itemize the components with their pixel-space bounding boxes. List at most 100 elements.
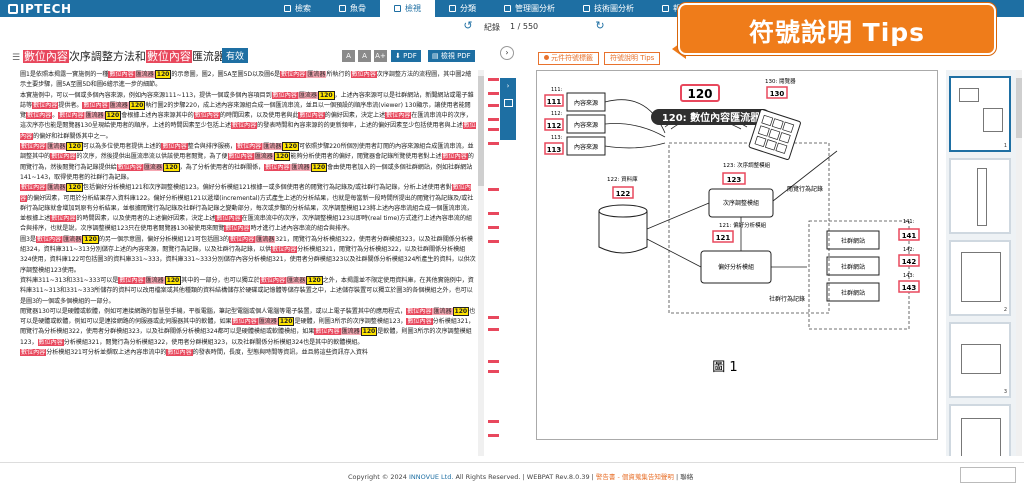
patent-drawing: 內容來源 內容來源 內容來源 111: 111 112: 112 113: 11…: [536, 70, 938, 440]
title-highlight: 數位內容: [22, 50, 69, 63]
scrollbar-thumb[interactable]: [1016, 78, 1022, 138]
ref-112-group[interactable]: 112: 112: [544, 111, 564, 131]
hit-marker[interactable]: [488, 142, 499, 145]
tab-category[interactable]: 分類: [435, 0, 490, 17]
ref-120-highlight[interactable]: 120: [154, 70, 172, 79]
page-thumbnails: 1 2 3: [946, 70, 1016, 456]
ref-120-highlight[interactable]: 120: [317, 90, 335, 100]
ref-120-highlight[interactable]: 120: [452, 306, 470, 316]
font-reset-button[interactable]: A: [358, 50, 371, 62]
keyword-highlight: 數位內容: [271, 91, 298, 99]
hit-marker[interactable]: [488, 434, 499, 437]
ref-120-highlight[interactable]: 120: [66, 183, 83, 193]
hit-marker[interactable]: [488, 212, 499, 215]
hit-marker[interactable]: [488, 188, 499, 191]
tab-label: 魚骨: [350, 4, 366, 13]
tab-fishbone[interactable]: 魚骨: [325, 0, 380, 17]
keyword-highlight: 匯流器: [340, 328, 361, 336]
ref-120-highlight[interactable]: 120: [282, 142, 299, 152]
tab-label: 技術圖分析: [594, 4, 634, 13]
hit-marker[interactable]: [488, 328, 499, 331]
ref-120-highlight[interactable]: 120: [66, 142, 83, 152]
title-highlight: 數位內容: [145, 50, 192, 63]
connector-line: [604, 123, 666, 138]
download-icon: ⬇: [395, 52, 404, 60]
order-module-box-label: 次序調整模組: [723, 199, 759, 207]
footer: Copyright © 2024 INNOVUE Ltd. All Rights…: [0, 462, 1024, 487]
ref-120-highlight[interactable]: 120: [128, 100, 146, 110]
keyword-highlight: 數位內容: [224, 225, 251, 233]
font-decrease-button[interactable]: A: [342, 50, 355, 62]
thumbnail-card[interactable]: [949, 404, 1011, 456]
tab-view[interactable]: 檢視: [380, 0, 435, 17]
hit-marker[interactable]: [488, 240, 499, 243]
tab-search[interactable]: 檢索: [270, 0, 325, 17]
keyword-highlight: 匯流器: [262, 143, 283, 151]
keyword-highlight: 匯流器: [62, 235, 83, 243]
font-increase-button[interactable]: A+: [374, 50, 387, 62]
side-rail: ›: [500, 78, 516, 140]
footer-privacy-link[interactable]: 警告書 - 個資蒐集告知聲明: [596, 473, 674, 481]
image-panel-icon[interactable]: [503, 99, 513, 107]
hit-marker[interactable]: [488, 316, 499, 319]
ref-142-group[interactable]: 142: 142: [898, 247, 920, 267]
thumbnail-sketch: [977, 168, 987, 226]
ref-120-highlight[interactable]: 120: [104, 111, 122, 121]
thumbnail-card[interactable]: 1: [949, 76, 1011, 152]
ref-number: 130: [770, 90, 785, 98]
content-source-label: 內容來源: [574, 99, 598, 107]
title-text: 匯流器: [191, 50, 225, 63]
ref-120-highlight[interactable]: 120: [277, 317, 295, 327]
keyword-highlight: 數位內容: [118, 276, 145, 284]
ref-111-group[interactable]: 111: 111: [544, 87, 564, 107]
database-label: 122: 資料庫: [607, 175, 638, 183]
tech-chart-icon: [583, 5, 590, 12]
ref-label-small: 141:: [903, 219, 915, 225]
keyword-highlight: 數位內容: [231, 318, 258, 326]
footer-contact-link[interactable]: | 聯絡: [674, 473, 693, 481]
app-logo[interactable]: IPTECH: [0, 2, 90, 16]
tab-technical-analysis[interactable]: 技術圖分析: [569, 0, 648, 17]
scrollbar-thumb[interactable]: [478, 76, 484, 186]
ref-120-highlight[interactable]: 120: [306, 275, 323, 285]
network-site-group: 社群網站 社群網站 社群網站: [826, 230, 880, 302]
hit-marker[interactable]: [488, 104, 499, 107]
symbol-tips-tab[interactable]: 符號說明 Tips: [604, 52, 661, 65]
ref-143-group[interactable]: 143: 143: [898, 273, 920, 293]
ref-120-highlight[interactable]: 120: [273, 152, 291, 162]
ref-label-small: 111:: [551, 87, 563, 93]
hit-marker[interactable]: [488, 128, 499, 131]
ref-120-highlight[interactable]: 120: [82, 234, 99, 244]
thumbnail-scrollbar[interactable]: [1016, 70, 1022, 456]
view-pdf-button[interactable]: ▤ 檢視 PDF: [428, 50, 475, 62]
hit-marker[interactable]: [488, 78, 499, 81]
hit-marker[interactable]: [488, 226, 499, 229]
ref-113-group[interactable]: 113: 113: [544, 135, 564, 155]
document-scrollbar[interactable]: [478, 70, 484, 456]
hit-marker[interactable]: [488, 118, 499, 121]
hit-marker[interactable]: [488, 370, 499, 373]
pdf-download-button[interactable]: ⬇ PDF: [391, 50, 421, 62]
ref-120-highlight[interactable]: 120: [310, 162, 328, 172]
keyword-highlight: 數位內容: [314, 328, 341, 336]
search-icon: [284, 5, 291, 12]
panel-toggle-button[interactable]: ›: [500, 46, 514, 60]
thumbnail-card[interactable]: 2: [949, 240, 1011, 316]
next-record-icon[interactable]: ↻: [594, 20, 606, 32]
hit-marker[interactable]: [488, 92, 499, 95]
hit-marker[interactable]: [488, 360, 499, 363]
ref-120-highlight[interactable]: 120: [164, 275, 182, 285]
ref-120-highlight[interactable]: 120: [163, 162, 180, 172]
expand-icon[interactable]: ›: [500, 82, 516, 90]
hit-marker[interactable]: [488, 420, 499, 423]
previous-record-icon[interactable]: ↺: [462, 20, 474, 32]
component-list-tab[interactable]: 元件符號標籤: [538, 52, 599, 65]
thumbnail-card[interactable]: [949, 158, 1011, 234]
ref-141-group[interactable]: 141: 141: [898, 219, 920, 241]
footer-company-link[interactable]: INNOVUE Ltd.: [409, 473, 453, 481]
ref-label-small: 143:: [903, 273, 915, 279]
keyword-highlight: 數位內容: [50, 153, 77, 161]
tab-management-analysis[interactable]: 管理圖分析: [490, 0, 569, 17]
ref-120-highlight[interactable]: 120: [360, 327, 378, 337]
thumbnail-card[interactable]: 3: [949, 322, 1011, 398]
